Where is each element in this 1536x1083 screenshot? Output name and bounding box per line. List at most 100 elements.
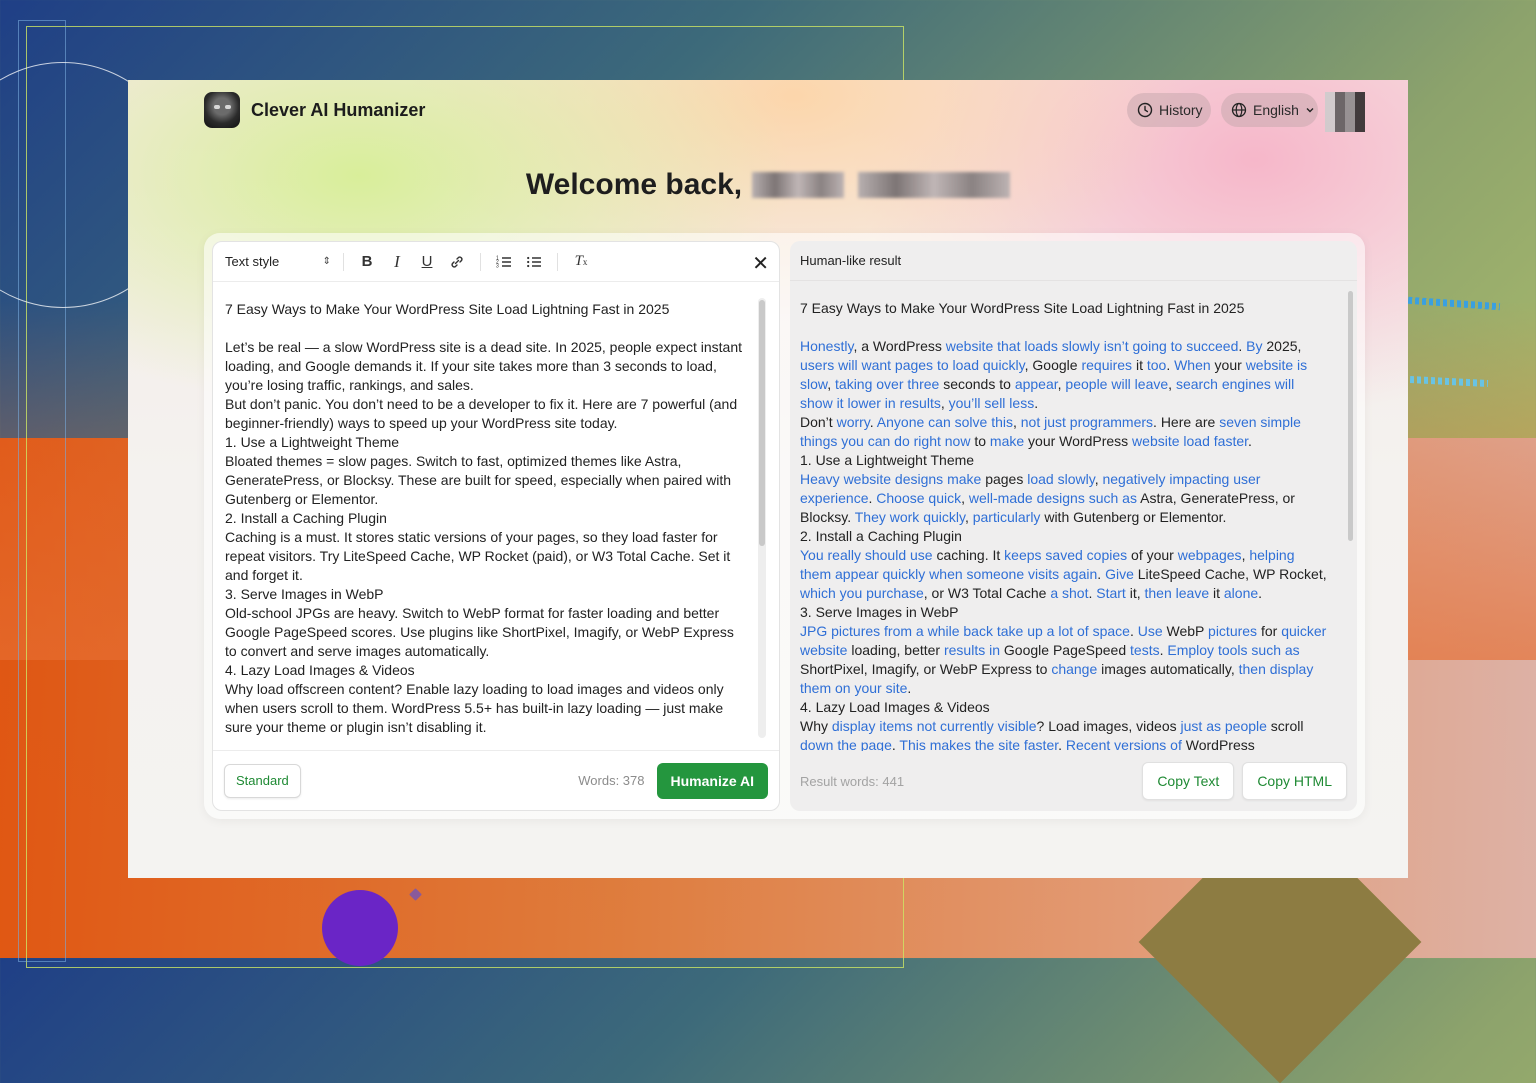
rewritten-phrase: alone (1223, 585, 1259, 601)
rewritten-phrase: website that loads slowly isn’t going to… (945, 338, 1239, 354)
copy-text-button[interactable]: Copy Text (1142, 762, 1235, 800)
rewritten-phrase: Employ tools such as (1167, 642, 1300, 658)
input-scrollbar-thumb[interactable] (759, 300, 765, 546)
globe-icon (1231, 102, 1247, 118)
blurred-first-name (752, 172, 845, 198)
original-phrase: caching. It (932, 547, 1005, 563)
toolbar-divider (480, 252, 481, 271)
rewritten-phrase: You really should use (800, 547, 933, 563)
rewritten-phrase: JPG pictures from a while back take up a… (800, 623, 1130, 639)
original-phrase: WordPress (1181, 737, 1255, 751)
history-button[interactable]: History (1127, 93, 1211, 127)
result-paragraph: 2. Install a Caching Plugin (800, 527, 1327, 546)
result-word-count: Result words: 441 (800, 773, 905, 789)
original-phrase: Why (800, 718, 832, 734)
result-paragraph: 3. Serve Images in WebP (800, 603, 1327, 622)
original-phrase: . (1058, 737, 1066, 751)
svg-text:3: 3 (496, 263, 499, 269)
rewritten-phrase: you’ll sell less (948, 395, 1035, 411)
original-phrase: . (1034, 395, 1039, 411)
rewritten-phrase: too (1146, 357, 1167, 373)
result-paragraph: 4. Lazy Load Images & Videos (800, 698, 1327, 717)
bullet-list-icon[interactable] (523, 251, 545, 273)
original-phrase: Google PageSpeed (1000, 642, 1131, 658)
rewritten-phrase: Honestly (800, 338, 854, 354)
result-header: Human-like result (790, 241, 1357, 281)
italic-icon[interactable]: I (386, 251, 408, 273)
rewritten-phrase: When (1174, 357, 1211, 373)
rewritten-phrase: just as people (1180, 718, 1267, 734)
original-phrase: . (1166, 357, 1175, 373)
original-phrase: , (964, 509, 973, 525)
result-paragraph: JPG pictures from a while back take up a… (800, 622, 1327, 698)
input-textarea[interactable]: 7 Easy Ways to Make Your WordPress Site … (213, 282, 779, 742)
link-icon[interactable] (446, 251, 468, 273)
rewritten-phrase: well-made designs such as (968, 490, 1137, 506)
original-phrase: to (970, 433, 990, 449)
result-text[interactable]: 7 Easy Ways to Make Your WordPress Site … (790, 281, 1357, 751)
result-paragraph: Don’t worry. Anyone can solve this, not … (800, 413, 1327, 451)
original-phrase: . (1258, 585, 1263, 601)
input-paragraph: 4. Lazy Load Images & Videos (225, 662, 415, 678)
input-paragraph: Bloated themes = slow pages. Switch to f… (225, 453, 732, 507)
result-scrollbar-thumb[interactable] (1348, 291, 1353, 541)
original-phrase: . (1129, 623, 1138, 639)
rewritten-phrase: worry (836, 414, 870, 430)
user-avatar[interactable] (1325, 92, 1365, 132)
original-phrase: , Google (1024, 357, 1082, 373)
original-phrase: scroll (1266, 718, 1304, 734)
rewritten-phrase: Use (1137, 623, 1163, 639)
humanize-button[interactable]: Humanize AI (656, 762, 768, 799)
text-style-select[interactable]: Text style ⇕ (225, 254, 331, 269)
result-paragraph: 1. Use a Lightweight Theme (800, 451, 1327, 470)
rewritten-phrase: taking over three (835, 376, 940, 392)
underline-icon[interactable]: U (416, 251, 438, 273)
app-logo[interactable] (204, 92, 240, 128)
rewritten-phrase: tests (1130, 642, 1160, 658)
rewritten-phrase: Anyone can solve this (876, 414, 1013, 430)
brand-name[interactable]: Clever AI Humanizer (251, 100, 425, 121)
standard-mode-button[interactable]: Standard (224, 763, 301, 798)
original-phrase: . (1248, 433, 1252, 449)
logo-eye-left (214, 105, 220, 109)
input-paragraph: 1. Use a Lightweight Theme (225, 434, 400, 450)
rewritten-phrase: Recent versions of (1065, 737, 1182, 751)
ordered-list-icon[interactable]: 123 (493, 251, 515, 273)
rewritten-phrase: By (1246, 338, 1263, 354)
input-paragraph: 2. Install a Caching Plugin (225, 510, 387, 526)
original-phrase: , (1012, 414, 1021, 430)
original-phrase: , (961, 490, 969, 506)
original-phrase: pages (981, 471, 1028, 487)
result-paragraph: Honestly, a WordPress website that loads… (800, 337, 1327, 413)
rewritten-phrase: Give (1105, 566, 1134, 582)
toolbar-divider (343, 252, 344, 271)
original-phrase: of your (1127, 547, 1178, 563)
original-phrase: with Gutenberg or Elementor. (1040, 509, 1227, 525)
word-count: Words: 378 (578, 773, 645, 788)
rewritten-phrase: requires (1081, 357, 1133, 373)
updown-chevron-icon: ⇕ (322, 256, 331, 267)
history-label: History (1159, 102, 1203, 118)
language-selector[interactable]: English (1221, 93, 1318, 127)
original-phrase: , or W3 Total Cache (923, 585, 1051, 601)
editor-toolbar: Text style ⇕ B I U 123 Tx (213, 242, 779, 282)
rewritten-phrase: load slowly (1027, 471, 1095, 487)
clock-icon (1137, 102, 1153, 118)
humanizer-card: Text style ⇕ B I U 123 Tx ✕ 7 Easy Ways … (204, 233, 1365, 819)
clear-format-icon[interactable]: Tx (570, 251, 592, 273)
toolbar-divider (557, 252, 558, 271)
copy-html-button[interactable]: Copy HTML (1242, 762, 1347, 800)
close-icon[interactable]: ✕ (752, 251, 769, 276)
result-paragraph: 7 Easy Ways to Make Your WordPress Site … (800, 299, 1327, 318)
original-phrase: , (827, 376, 836, 392)
original-phrase: it (1209, 585, 1224, 601)
original-phrase: . (869, 414, 877, 430)
input-paragraph: Let’s be real — a slow WordPress site is… (225, 339, 742, 393)
original-phrase: , a WordPress (853, 338, 946, 354)
rewritten-phrase: make (989, 433, 1025, 449)
result-panel: Human-like result 7 Easy Ways to Make Yo… (790, 241, 1357, 811)
original-phrase: . (1097, 566, 1106, 582)
input-paragraph: Old-school JPGs are heavy. Switch to Web… (225, 605, 734, 659)
bold-icon[interactable]: B (356, 251, 378, 273)
